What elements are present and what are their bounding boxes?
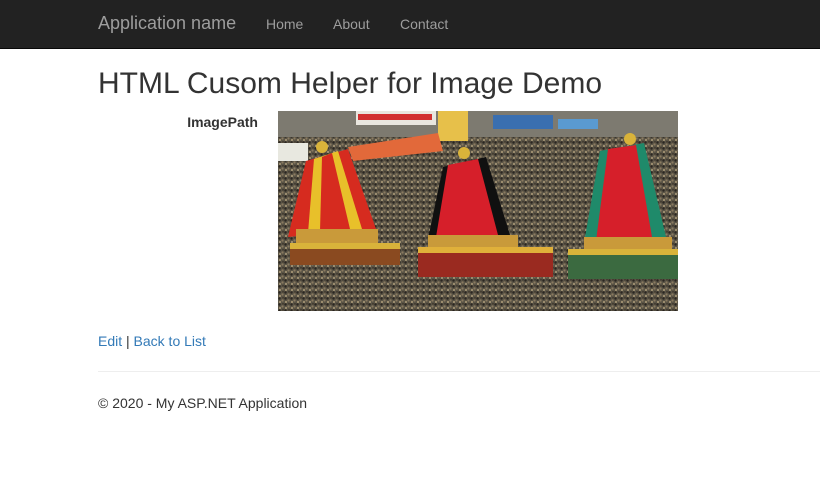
actions-separator: | bbox=[126, 333, 130, 349]
actions: Edit | Back to List bbox=[98, 333, 206, 349]
navbar: Application name Home About Contact bbox=[0, 0, 820, 49]
back-to-list-link[interactable]: Back to List bbox=[134, 333, 206, 349]
nav-about-link[interactable]: About bbox=[333, 15, 370, 33]
nav-home-link[interactable]: Home bbox=[266, 15, 303, 33]
image-path-label: ImagePath bbox=[187, 114, 258, 130]
footer-divider bbox=[98, 371, 820, 372]
page-title: HTML Cusom Helper for Image Demo bbox=[98, 67, 603, 100]
edit-link[interactable]: Edit bbox=[98, 333, 122, 349]
nav-contact-link[interactable]: Contact bbox=[400, 15, 448, 33]
festival-chariot-photo bbox=[278, 111, 678, 311]
brand-link[interactable]: Application name bbox=[98, 13, 236, 33]
footer-text: © 2020 - My ASP.NET Application bbox=[98, 395, 308, 411]
